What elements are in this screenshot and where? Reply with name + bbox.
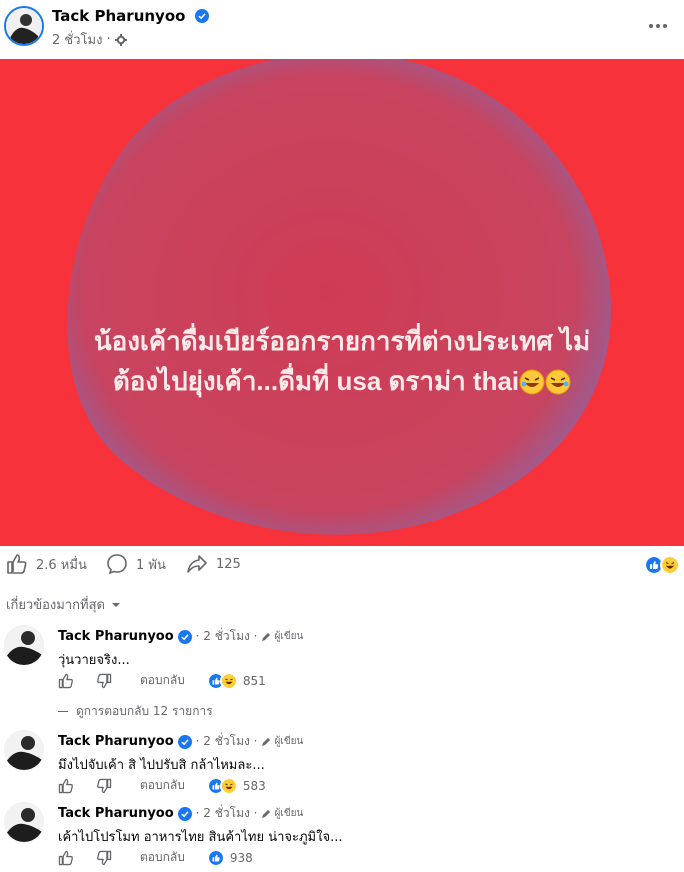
view-replies-link[interactable]: ดูการตอบกลับ 12 รายการ — [58, 702, 213, 721]
dislike-icon[interactable] — [96, 850, 112, 866]
verified-badge-icon — [177, 734, 192, 749]
commenter-name-text[interactable]: Tack Pharunyoo — [58, 629, 174, 644]
commenter-name[interactable]: Tack Pharunyoo · 2 ชั่วโมง · ผู้เขียน — [58, 804, 303, 823]
comment-item: Tack Pharunyoo · 2 ชั่วโมง · ผู้เขียน มึ… — [0, 730, 684, 796]
comment-reactions[interactable]: 851 — [206, 671, 266, 690]
pen-icon — [262, 632, 271, 641]
author-badge: ผู้เขียน — [261, 806, 303, 821]
author-name[interactable]: Tack Pharunyoo — [52, 7, 209, 25]
reaction-count: 583 — [242, 778, 266, 793]
comment-time[interactable]: · 2 ชั่วโมง · — [196, 732, 258, 751]
comment-icon — [107, 554, 127, 575]
reaction-icons — [206, 848, 225, 867]
comment-time[interactable]: · 2 ชั่วโมง · — [196, 627, 258, 646]
commenter-avatar[interactable] — [4, 730, 44, 770]
dislike-icon[interactable] — [96, 673, 112, 689]
reply-thread-line — [58, 711, 68, 712]
haha-reaction-icon — [219, 776, 238, 795]
rofl-emoji-icon — [545, 369, 571, 395]
reaction-summary[interactable] — [644, 555, 680, 575]
commenter-avatar[interactable] — [4, 625, 44, 665]
like-icon[interactable] — [58, 850, 74, 866]
reply-button[interactable]: ตอบกลับ — [140, 776, 185, 795]
commenter-name-text[interactable]: Tack Pharunyoo — [58, 734, 174, 749]
comment-item: Tack Pharunyoo · 2 ชั่วโมง · ผู้เขียน วุ… — [0, 625, 684, 695]
post-text-line-1: น้องเค้าดื่มเบียร์ออกรายการที่ต่างประเทศ… — [93, 326, 591, 356]
more-options-button[interactable] — [646, 14, 670, 38]
author-badge: ผู้เขียน — [261, 734, 303, 749]
post-header: Tack Pharunyoo 2 ชั่วโมง · — [0, 0, 684, 58]
comment-sort-dropdown[interactable]: เกี่ยวข้องมากที่สุด — [6, 594, 121, 615]
verified-badge-icon — [177, 806, 192, 821]
share-icon — [187, 555, 207, 573]
sort-label: เกี่ยวข้องมากที่สุด — [6, 598, 105, 613]
share-button[interactable]: 125 — [186, 553, 241, 575]
verified-badge-icon — [177, 629, 192, 644]
like-reaction-icon — [206, 848, 225, 867]
view-replies-label: ดูการตอบกลับ 12 รายการ — [76, 704, 213, 718]
comment-reactions[interactable]: 938 — [206, 848, 253, 867]
comment-actions: ตอบกลับ 851 — [58, 671, 266, 690]
more-dot — [656, 24, 660, 28]
pen-icon — [262, 737, 271, 746]
author-badge-label: ผู้เขียน — [274, 736, 304, 747]
post-meta: 2 ชั่วโมง · — [52, 29, 127, 50]
blob-shape — [67, 59, 611, 535]
reaction-icons — [206, 776, 238, 795]
haha-reaction-icon — [219, 671, 238, 690]
comment-item: Tack Pharunyoo · 2 ชั่วโมง · ผู้เขียน เค… — [0, 802, 684, 868]
author-badge-label: ผู้เขียน — [274, 808, 304, 819]
author-badge-label: ผู้เขียน — [274, 631, 304, 642]
comment-actions: ตอบกลับ 938 — [58, 848, 253, 867]
verified-badge-icon — [194, 9, 209, 23]
like-icon — [7, 554, 27, 574]
commenter-name[interactable]: Tack Pharunyoo · 2 ชั่วโมง · ผู้เขียน — [58, 627, 303, 646]
reaction-icons — [206, 671, 238, 690]
comment-text: มึงไปจับเค้า สิ ไปปรับสิ กล้าไหมละ... — [58, 758, 265, 773]
like-icon[interactable] — [58, 778, 74, 794]
rofl-emoji-icon — [519, 369, 545, 395]
share-count: 125 — [216, 556, 241, 572]
chevron-down-icon — [111, 602, 120, 607]
commenter-avatar[interactable] — [4, 802, 44, 842]
comment-count: 1 พัน — [136, 557, 166, 573]
comment-reactions[interactable]: 583 — [206, 776, 266, 795]
haha-reaction-icon — [660, 555, 680, 575]
author-badge: ผู้เขียน — [261, 629, 303, 644]
author-avatar[interactable] — [4, 6, 44, 46]
author-name-text[interactable]: Tack Pharunyoo — [52, 7, 185, 25]
comment-text: เค้าไปโปรโมท อาหารไทย สินค้าไทย น่าจะภูม… — [58, 830, 343, 845]
reply-button[interactable]: ตอบกลับ — [140, 671, 185, 690]
commenter-name[interactable]: Tack Pharunyoo · 2 ชั่วโมง · ผู้เขียน — [58, 732, 303, 751]
more-dot — [663, 24, 667, 28]
like-button[interactable]: 2.6 หมื่น — [6, 553, 87, 575]
post-image[interactable]: น้องเค้าดื่มเบียร์ออกรายการที่ต่างประเทศ… — [0, 59, 684, 546]
comment-text: วุ่นวายจริง... — [58, 653, 130, 668]
commenter-name-text[interactable]: Tack Pharunyoo — [58, 806, 174, 821]
like-icon[interactable] — [58, 673, 74, 689]
post-action-bar: 2.6 หมื่น 1 พัน 125 — [0, 553, 684, 581]
post-time[interactable]: 2 ชั่วโมง — [52, 29, 102, 50]
reaction-count: 938 — [229, 850, 253, 865]
friends-gear-icon — [114, 33, 127, 46]
comment-time[interactable]: · 2 ชั่วโมง · — [196, 804, 258, 823]
like-count: 2.6 หมื่น — [36, 557, 87, 573]
post-text-line-2-text: ต้องไปยุ่งเค้า...ดื่มที่ usa ดราม่า thai — [112, 366, 520, 396]
more-dot — [649, 24, 653, 28]
dislike-icon[interactable] — [96, 778, 112, 794]
comment-actions: ตอบกลับ 583 — [58, 776, 266, 795]
reply-button[interactable]: ตอบกลับ — [140, 848, 185, 867]
post-text-line-2: ต้องไปยุ่งเค้า...ดื่มที่ usa ดราม่า thai — [0, 361, 684, 401]
pen-icon — [262, 809, 271, 818]
comment-button[interactable]: 1 พัน — [106, 553, 166, 575]
reaction-count: 851 — [242, 673, 266, 688]
post-image-text: น้องเค้าดื่มเบียร์ออกรายการที่ต่างประเทศ… — [0, 321, 684, 401]
